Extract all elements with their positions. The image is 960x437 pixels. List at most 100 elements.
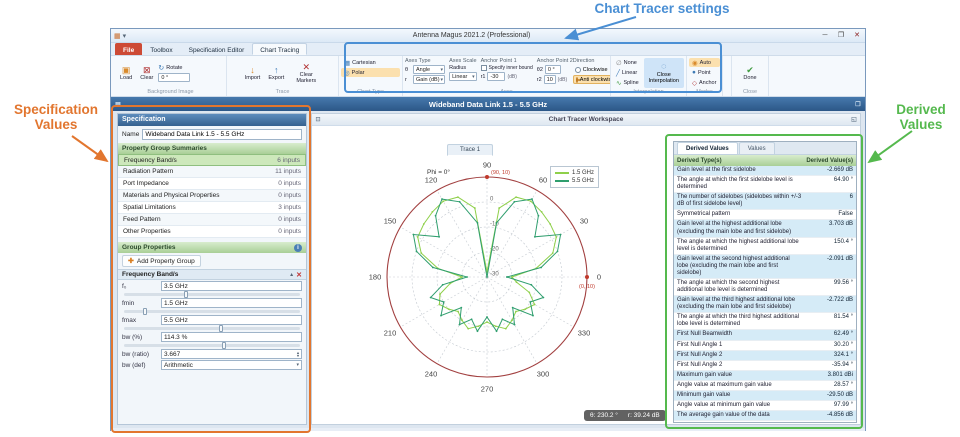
theta-axis-select[interactable]: Angle ▾: [413, 65, 446, 74]
trace-point: [422, 223, 425, 225]
property-group-row-radiation-pattern[interactable]: Radiation Pattern 11 inputs: [118, 166, 306, 178]
trace-point: [420, 252, 423, 254]
mode-point-button[interactable]: ● Point: [689, 68, 720, 77]
collapse-icon[interactable]: ▴: [290, 271, 293, 278]
remove-group-icon[interactable]: ✕: [296, 271, 302, 279]
close-interpolation-button[interactable]: ◌ Close Interpolation: [643, 58, 684, 88]
workspace-pin-icon[interactable]: ⊡: [312, 116, 324, 123]
export-icon: ↑: [274, 64, 279, 75]
property-group-row-feed-pattern[interactable]: Feed Pattern 0 inputs: [118, 214, 306, 226]
rotate-input[interactable]: 0 °: [158, 73, 191, 82]
cartesian-chart-button[interactable]: ▦ Cartesian: [341, 58, 400, 67]
trace-point: [511, 319, 513, 322]
parameter-value: 5.5 GHz: [164, 316, 188, 324]
trace-point: [438, 235, 441, 238]
spinner-icon[interactable]: ▴ ▾: [297, 351, 299, 358]
parameter-input-fmin[interactable]: 1.5 GHz: [161, 298, 302, 308]
interpolation-spline-button[interactable]: ∿ Spline: [613, 78, 642, 87]
done-button[interactable]: ✔ Done: [740, 58, 759, 88]
slider-thumb[interactable]: [218, 325, 223, 332]
property-group-row-spatial-limitations[interactable]: Spatial Limitations 3 inputs: [118, 202, 306, 214]
export-trace-button[interactable]: ↑ Export: [265, 58, 287, 88]
add-property-group-button[interactable]: ✚ Add Property Group: [122, 255, 201, 267]
r1-input[interactable]: -30: [487, 72, 506, 81]
workspace-expand-icon[interactable]: ◱: [848, 116, 860, 123]
property-group-name: Materials and Physical Properties: [123, 192, 220, 199]
derived-row[interactable]: The number of sidelobes (sidelobes withi…: [674, 193, 856, 211]
trace-point: [415, 250, 418, 253]
parameter-input-fmax[interactable]: 5.5 GHz: [161, 315, 302, 325]
parameter-label: f₀: [122, 282, 127, 290]
slider-thumb[interactable]: [183, 291, 188, 298]
derived-tab-derived-values[interactable]: Derived Values: [677, 142, 738, 154]
clear-markers-button[interactable]: ✕ Clear Markers: [289, 58, 323, 88]
maximize-button[interactable]: ❐: [833, 30, 849, 42]
property-group-row-materials-and-physical-properties[interactable]: Materials and Physical Properties 0 input…: [118, 190, 306, 202]
interpolation-none-button[interactable]: ∅ None: [613, 58, 642, 67]
chevron-down-icon[interactable]: ▾: [296, 362, 299, 368]
polar-chart[interactable]: 03060901201501802102402703003300-10-20-3…: [322, 139, 652, 407]
derived-row[interactable]: Maximum gain value 3.801 dBi: [674, 370, 856, 381]
slider-thumb[interactable]: [222, 342, 227, 349]
clockwise-radio[interactable]: Clockwise: [573, 65, 610, 74]
property-group-input-count: 6 inputs: [277, 156, 300, 164]
info-icon[interactable]: i: [294, 243, 302, 252]
r2-input[interactable]: 10: [543, 75, 556, 84]
parameter-slider-fmax[interactable]: [124, 325, 300, 332]
property-group-row-port-impedance[interactable]: Port Impedance 0 inputs: [118, 178, 306, 190]
slider-thumb[interactable]: [143, 308, 148, 315]
tab-specification-editor[interactable]: Specification Editor: [181, 43, 253, 55]
parameter-slider-bw[interactable]: [124, 342, 300, 349]
derived-row[interactable]: The angle at which the highest additiona…: [674, 238, 856, 255]
derived-row[interactable]: Minimum gain value -29.50 dB: [674, 390, 856, 402]
parameter-slider-f[interactable]: [124, 291, 300, 298]
derived-row[interactable]: First Null Angle 1 30.20 °: [674, 341, 856, 351]
parameter-input-bw-def[interactable]: Arithmetic ▾: [161, 360, 302, 370]
radius-scale-select[interactable]: Linear ▾: [449, 72, 477, 81]
derived-row[interactable]: Gain level at the second highest additio…: [674, 254, 856, 280]
specification-name-input[interactable]: [142, 129, 302, 140]
polar-chart-button[interactable]: ◎ Polar: [341, 68, 400, 77]
trace-point: [533, 235, 536, 238]
tab-chart-tracing[interactable]: Chart Tracing: [252, 43, 308, 55]
interpolation-linear-button[interactable]: ╱ Linear: [613, 68, 642, 77]
tab-file[interactable]: File: [115, 43, 143, 55]
derived-row[interactable]: The average gain value of the data -4.856…: [674, 411, 856, 422]
property-group-row-other-properties[interactable]: Other Properties 0 inputs: [118, 226, 306, 238]
derived-row[interactable]: Angle value at minimum gain value 97.99 °: [674, 401, 856, 412]
clear-background-button[interactable]: ⊠ Clear: [137, 58, 156, 88]
derived-row[interactable]: First Null Angle 2 324.1 °: [674, 350, 856, 361]
parameter-input-bw-ratio[interactable]: 3.667 ▴ ▾: [161, 349, 302, 359]
derived-row[interactable]: Symmetrical pattern False: [674, 210, 856, 221]
derived-row[interactable]: Angle value at maximum gain value 28.57 °: [674, 381, 856, 391]
tab-toolbox[interactable]: Toolbox: [142, 43, 180, 55]
parameter-input-f[interactable]: 3.5 GHz: [161, 281, 302, 291]
mode-auto-button[interactable]: ◉ Auto: [689, 58, 720, 67]
r-axis-select[interactable]: Gain (dB) ▾: [413, 75, 446, 84]
derived-type: The angle at which the second highest ad…: [677, 280, 780, 294]
axes-type-column: Axes Type θ Angle ▾ r Gain (dB) ▾: [405, 58, 446, 84]
close-button[interactable]: ✕: [849, 30, 865, 42]
mode-anchor-button[interactable]: ◇ Anchor: [689, 78, 720, 87]
parameter-input-bw[interactable]: 114.3 %: [161, 332, 302, 342]
derived-row[interactable]: The angle at which the first sidelobe le…: [674, 176, 856, 194]
trace-point: [470, 318, 473, 321]
parameter-slider-fmin[interactable]: [124, 308, 300, 315]
window-restore-icon[interactable]: ❐: [851, 101, 865, 108]
minimize-button[interactable]: ─: [817, 30, 833, 42]
derived-row[interactable]: Gain level at the first sidelobe -2.669 d…: [674, 166, 856, 177]
anticlockwise-radio[interactable]: Anti clockwise: [572, 75, 610, 84]
import-trace-button[interactable]: ↓ Import: [242, 58, 264, 88]
derived-row[interactable]: First Null Angle 2 -35.94 °: [674, 361, 856, 371]
theta2-input[interactable]: 0 °: [544, 65, 561, 74]
derived-tab-values[interactable]: Values: [738, 142, 775, 154]
property-group-row-frequency-band-s[interactable]: Frequency Band/s 6 inputs: [118, 154, 306, 166]
derived-row[interactable]: Gain level at the third highest addition…: [674, 296, 856, 314]
load-background-button[interactable]: ▣ Load: [117, 58, 135, 88]
document-title-bar: ▤ Wideband Data Link 1.5 - 5.5 GHz ❐: [111, 97, 865, 111]
derived-row[interactable]: The angle at which the second highest ad…: [674, 279, 856, 297]
derived-row[interactable]: The angle at which the third highest add…: [674, 313, 856, 331]
derived-row[interactable]: First Null Beamwidth 62.49 °: [674, 330, 856, 341]
derived-row[interactable]: Gain level at the highest additional lob…: [674, 220, 856, 238]
specify-inner-bound-checkbox[interactable]: [480, 65, 487, 71]
